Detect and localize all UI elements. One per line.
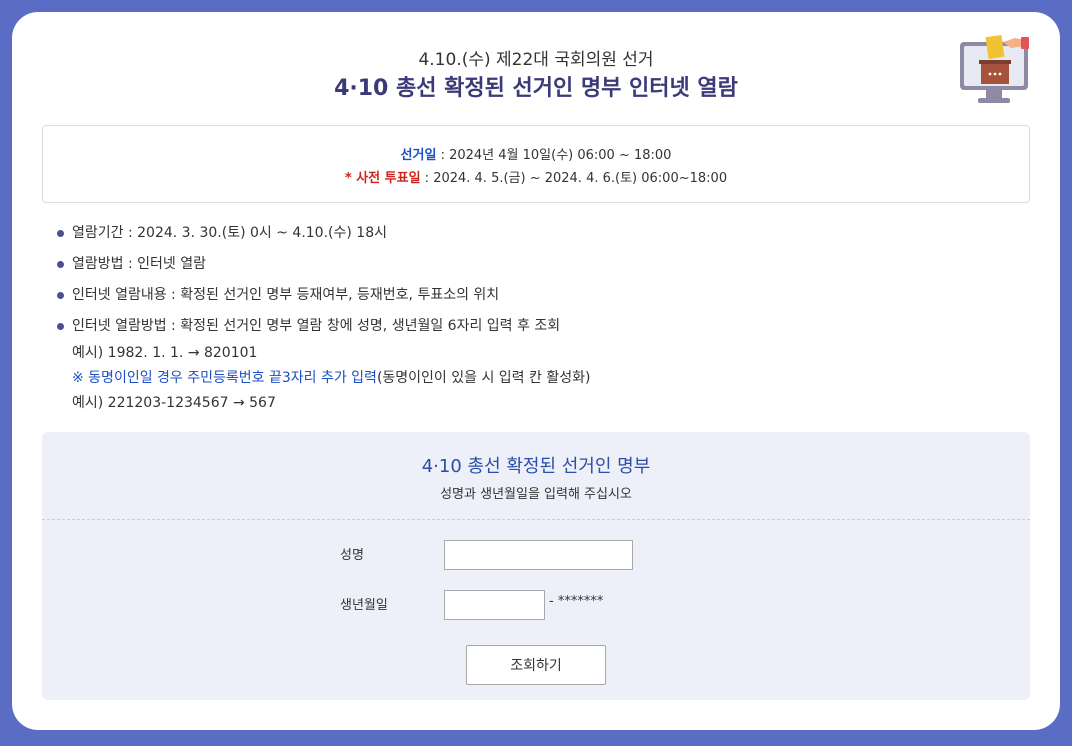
election-date-row: 선거일 : 2024년 4월 10일(수) 06:00 ~ 18:00 <box>43 144 1029 163</box>
same-name-note: ※ 동명이인일 경우 주민등록번호 끝3자리 추가 입력(동명이인이 있을 시 … <box>56 366 590 391</box>
list-item-text: 인터넷 열람방법 : 확정된 선거인 명부 열람 창에 성명, 생년월일 6자리… <box>72 318 561 334</box>
election-date-value: : 2024년 4월 10일(수) 06:00 ~ 18:00 <box>436 148 672 163</box>
birthdate-input[interactable] <box>444 590 545 620</box>
lookup-form-panel: 4·10 총선 확정된 선거인 명부 성명과 생년월일을 입력해 주십시오 성명… <box>42 432 1030 700</box>
page-subtitle: 4.10.(수) 제22대 국회의원 선거 <box>418 50 654 70</box>
bullet-dot-icon <box>57 230 64 237</box>
list-item: 인터넷 열람방법 : 확정된 선거인 명부 열람 창에 성명, 생년월일 6자리… <box>56 315 590 341</box>
example-birthdate: 예시) 1982. 1. 1. → 820101 <box>72 345 258 361</box>
list-item: 인터넷 열람내용 : 확정된 선거인 명부 등재여부, 등재번호, 투표소의 위… <box>56 284 590 315</box>
birthdate-label: 생년월일 <box>340 598 388 613</box>
main-card: 4.10.(수) 제22대 국회의원 선거 4·10 총선 확정된 선거인 명부… <box>12 12 1060 730</box>
info-list: 열람기간 : 2024. 3. 30.(토) 0시 ~ 4.10.(수) 18시… <box>56 222 590 416</box>
early-vote-value: : 2024. 4. 5.(금) ~ 2024. 4. 6.(토) 06:00~… <box>420 171 728 186</box>
monitor-ballot-box-icon <box>960 34 1029 103</box>
bullet-dot-icon <box>57 323 64 330</box>
name-label: 성명 <box>340 548 364 563</box>
form-subtitle: 성명과 생년월일을 입력해 주십시오 <box>440 487 632 502</box>
early-vote-label: * 사전 투표일 <box>344 171 421 186</box>
same-name-note-rest: (동명이인이 있을 시 입력 칸 활성화) <box>376 370 591 386</box>
list-item-text: 열람방법 : 인터넷 열람 <box>72 256 206 272</box>
page-title: 4·10 총선 확정된 선거인 명부 인터넷 열람 <box>334 76 738 101</box>
example-id-suffix: 예시) 221203-1234567 → 567 <box>72 395 276 411</box>
id-mask-text: - ******* <box>549 594 604 609</box>
form-divider <box>42 519 1030 520</box>
election-dates-box: 선거일 : 2024년 4월 10일(수) 06:00 ~ 18:00 * 사전… <box>42 125 1030 203</box>
name-input[interactable] <box>444 540 633 570</box>
early-vote-row: * 사전 투표일 : 2024. 4. 5.(금) ~ 2024. 4. 6.(… <box>43 167 1029 186</box>
bullet-dot-icon <box>57 261 64 268</box>
lookup-button[interactable]: 조회하기 <box>466 645 606 685</box>
bullet-dot-icon <box>57 292 64 299</box>
election-date-label: 선거일 <box>400 148 437 163</box>
form-title: 4·10 총선 확정된 선거인 명부 <box>421 456 651 477</box>
list-item-text: 열람기간 : 2024. 3. 30.(토) 0시 ~ 4.10.(수) 18시 <box>72 225 387 241</box>
list-item-text: 인터넷 열람내용 : 확정된 선거인 명부 등재여부, 등재번호, 투표소의 위… <box>72 287 500 303</box>
list-item: 열람기간 : 2024. 3. 30.(토) 0시 ~ 4.10.(수) 18시 <box>56 222 590 253</box>
same-name-note-highlight: ※ 동명이인일 경우 주민등록번호 끝3자리 추가 입력 <box>72 370 377 386</box>
list-item: 열람방법 : 인터넷 열람 <box>56 253 590 284</box>
